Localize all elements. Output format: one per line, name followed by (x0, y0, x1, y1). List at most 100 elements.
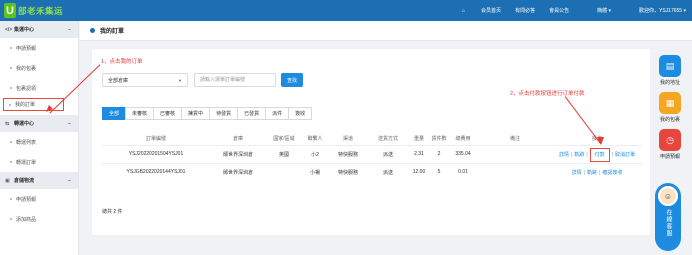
column-header: 聯繫人 (307, 136, 323, 143)
sidebar-group-warehouse[interactable]: ▣ 倉儲物流 − (0, 172, 78, 189)
language-select[interactable]: 簡體 ▾ (583, 7, 611, 14)
orders-panel: 全部倉庫 ▼ 查找 全部 未審核 已審核 揀貨中 待發貨 已發貨 派件 簽收 訂… (92, 49, 650, 235)
sidebar-item-transfer-list[interactable]: 轉運列表 (0, 132, 78, 152)
sidebar: </> 集運中心 − 申請預報 我的包裹 包裹認領 我的訂單 ⇆ 轉運中心 − … (0, 21, 79, 255)
row-actions: 詳情 | 軌跡 | 付款 | 取消訂單 (552, 144, 642, 163)
contact-cell: 小楊 (302, 162, 328, 181)
track-link[interactable]: 軌跡 (587, 170, 597, 176)
bullet-icon (10, 218, 12, 220)
filter-bar: 全部倉庫 ▼ 查找 (102, 73, 303, 87)
tab-unreviewed[interactable]: 未審核 (125, 107, 155, 120)
annotation-step-2: 2，点击付款按钮进行订单付款 (510, 91, 585, 97)
delivery-cell: 派送 (368, 144, 408, 163)
quick-tool-packages[interactable]: ▦ 我的包裹 (652, 92, 688, 123)
row-actions: 詳情 | 軌跡 | 確認簽收 (552, 162, 642, 181)
delivery-cell: 派送 (368, 162, 408, 181)
logo[interactable]: U 部老禾集运 (4, 2, 63, 19)
quick-tool-forecast[interactable]: ◷ 申請預報 (652, 129, 688, 160)
logo-mark: U (4, 3, 16, 18)
details-link[interactable]: 詳情 (559, 152, 569, 158)
tab-picking[interactable]: 揀貨中 (181, 107, 211, 120)
tab-delivering[interactable]: 派件 (265, 107, 290, 120)
column-header: 渠道 (342, 136, 353, 143)
truck-icon: ⇆ (5, 120, 10, 127)
pieces-cell: 5 (430, 162, 448, 181)
warehouse-cell: 鄖世界深圳倉 (210, 144, 266, 163)
column-header: 訂單編號 (145, 136, 166, 143)
clock-icon: ◷ (659, 129, 681, 151)
column-header: 總費用 (455, 136, 471, 143)
column-header: 貨件數 (431, 136, 447, 143)
weight-cell: 12.00 (408, 162, 430, 181)
sidebar-item-transfer-orders[interactable]: 轉運訂單 (0, 152, 78, 172)
separator: | (611, 151, 613, 158)
collapse-icon[interactable]: − (68, 121, 71, 127)
separator: | (586, 151, 588, 158)
column-header: 送貨方式 (377, 136, 398, 143)
breadcrumb: 我的訂單 (80, 21, 692, 41)
sidebar-item-warehouse-forecast[interactable]: 申請預報 (0, 189, 78, 209)
sidebar-group-consolidation[interactable]: </> 集運中心 − (0, 21, 78, 38)
bullet-icon (10, 161, 12, 163)
bullet-icon (10, 141, 12, 143)
remark-cell (478, 162, 552, 181)
top-nav-links: ⌂ 会员首页 有問必答 會員公告 簡體 ▾ 歡迎你，YSJ17655 ▾ (434, 0, 686, 21)
tab-to-ship[interactable]: 待發貨 (209, 107, 239, 120)
table-row: YSJ20220201504YSJ01 鄖世界深圳倉 英國 小2 特快服務 派送… (102, 144, 642, 163)
confirm-receipt-link[interactable]: 確認簽收 (602, 170, 622, 176)
weight-cell: 2.31 (408, 144, 430, 163)
column-header: 備注 (509, 136, 520, 143)
sidebar-item-my-orders[interactable]: 我的訂單 (3, 98, 64, 111)
country-cell: 英國 (266, 144, 302, 163)
chevron-down-icon: ▼ (178, 77, 182, 83)
sidebar-item-add-product[interactable]: 添加商品 (0, 209, 78, 229)
order-search-input[interactable] (194, 73, 276, 87)
address-icon: ▤ (659, 55, 681, 77)
tab-signed[interactable]: 簽收 (288, 107, 313, 120)
sidebar-item-apply-forecast[interactable]: 申請預報 (0, 38, 78, 58)
tab-shipped[interactable]: 已發貨 (237, 107, 267, 120)
status-tabs: 全部 未審核 已審核 揀貨中 待發貨 已發貨 派件 簽收 (102, 107, 313, 120)
sidebar-group-transfer[interactable]: ⇆ 轉運中心 − (0, 115, 78, 132)
faq-link[interactable]: 有問必答 (515, 7, 535, 14)
warehouse-select[interactable]: 全部倉庫 ▼ (102, 73, 188, 87)
search-button[interactable]: 查找 (281, 73, 303, 87)
online-support-button[interactable]: ☺ 在線客服 (655, 183, 681, 251)
bullet-icon (90, 28, 95, 33)
home-icon: ⌂ (462, 8, 466, 14)
warehouse-cell: 鄖世界深圳倉 (210, 162, 266, 181)
bullet-icon (10, 67, 12, 69)
channel-cell: 特快服務 (328, 144, 368, 163)
bullet-icon (10, 87, 12, 89)
contact-cell: 小2 (302, 144, 328, 163)
support-avatar-icon: ☺ (658, 186, 678, 206)
order-number: YSJGB2022020144YSJ01 (102, 162, 210, 181)
column-header: 重量 (413, 136, 424, 143)
top-navbar: U 部老禾集运 ⌂ 会员首页 有問必答 會員公告 簡體 ▾ 歡迎你，YSJ1765… (0, 0, 692, 21)
pay-button[interactable]: 付款 (589, 147, 610, 162)
support-label: 在線客服 (665, 209, 671, 237)
warehouse-icon: ▣ (5, 177, 10, 184)
sidebar-item-my-packages[interactable]: 我的包裹 (0, 58, 78, 78)
bullet-icon (10, 47, 12, 49)
order-number: YSJ20220201504YSJ01 (102, 144, 210, 163)
track-link[interactable]: 軌跡 (574, 152, 584, 158)
bullet-icon (9, 103, 11, 106)
quick-tool-address[interactable]: ▤ 我的地址 (652, 55, 688, 86)
announcement-link[interactable]: 會員公告 (549, 7, 569, 14)
arrow-head-icon (597, 137, 604, 145)
account-menu[interactable]: 歡迎你，YSJ17655 ▾ (625, 7, 686, 14)
total-cell: 0.01 (448, 162, 478, 181)
remark-cell (478, 144, 552, 163)
member-home-link[interactable]: ⌂ 会员首页 (448, 7, 501, 14)
details-link[interactable]: 詳情 (572, 170, 582, 176)
tab-reviewed[interactable]: 已審核 (153, 107, 183, 120)
collapse-icon[interactable]: − (68, 27, 71, 33)
tab-all[interactable]: 全部 (102, 107, 127, 120)
arrow-head-icon (46, 105, 53, 112)
total-cell: 335.04 (448, 144, 478, 163)
separator: | (571, 151, 573, 158)
collapse-icon[interactable]: − (68, 178, 71, 184)
orders-table: 訂單編號 倉庫 國家/區域 聯繫人 渠道 送貨方式 重量 貨件數 總費用 備注 … (102, 133, 642, 181)
cancel-order-link[interactable]: 取消訂單 (615, 152, 635, 158)
